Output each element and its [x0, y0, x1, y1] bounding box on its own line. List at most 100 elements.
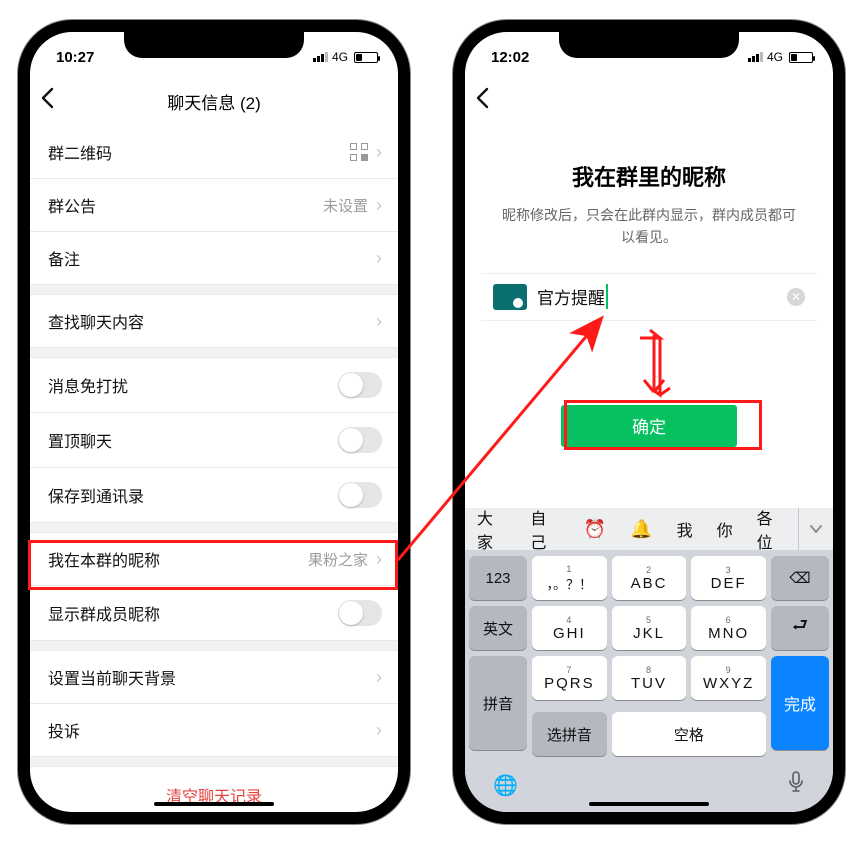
cell-label: 保存到通讯录	[48, 483, 144, 507]
qr-icon	[350, 143, 368, 161]
nickname-edit-page: 我在群里的昵称 昵称修改后，只会在此群内显示，群内成员都可以看见。 官方提醒 ✕…	[465, 160, 833, 447]
chevron-right-icon: ›	[376, 668, 382, 686]
home-indicator[interactable]	[154, 802, 274, 806]
cell-sticky[interactable]: 置顶聊天	[30, 413, 398, 468]
cell-mute[interactable]: 消息免打扰	[30, 358, 398, 413]
key-def[interactable]: 3DEF	[691, 556, 766, 600]
globe-icon[interactable]: 🌐	[493, 773, 518, 798]
status-time: 10:27	[56, 49, 94, 66]
phone-right: 12:02 4G 我在群里的昵称 昵称修改后，只会在此群内显示，群内成员都可以看…	[453, 20, 845, 824]
keypad: 123 1，。？！ 2ABC 3DEF ⌫ 英文	[465, 550, 833, 766]
key-pinyin[interactable]: 拼音	[469, 656, 527, 750]
phone-notch	[559, 32, 739, 58]
cell-label: 群二维码	[48, 140, 112, 164]
chevron-right-icon: ›	[376, 249, 382, 267]
toggle-sticky[interactable]	[338, 427, 382, 453]
cell-group-notice[interactable]: 群公告 未设置 ›	[30, 179, 398, 232]
suggestion-more[interactable]	[798, 508, 833, 550]
cell-remark[interactable]: 备注 ›	[30, 232, 398, 285]
cell-value: 未设置	[323, 195, 368, 216]
toggle-save[interactable]	[338, 482, 382, 508]
back-button[interactable]	[475, 87, 489, 115]
key-backspace[interactable]: ⌫	[771, 556, 829, 600]
status-right: 4G	[313, 50, 378, 64]
nav-bar: 聊天信息 (2)	[30, 76, 398, 126]
status-time: 12:02	[491, 49, 529, 66]
cell-label: 备注	[48, 246, 80, 270]
signal-icon	[748, 52, 763, 62]
cell-label: 投诉	[48, 718, 80, 742]
nav-title: 聊天信息 (2)	[167, 89, 261, 114]
key-english[interactable]: 英文	[469, 606, 527, 650]
signal-icon	[313, 52, 328, 62]
chevron-right-icon: ›	[376, 196, 382, 214]
section-gap	[30, 348, 398, 358]
key-jkl[interactable]: 5JKL	[612, 606, 687, 650]
cell-chat-background[interactable]: 设置当前聊天背景 ›	[30, 651, 398, 704]
cell-label: 群公告	[48, 193, 96, 217]
key-pqrs[interactable]: 7PQRS	[532, 656, 607, 700]
section-gap	[30, 757, 398, 767]
cell-group-qr[interactable]: 群二维码 ›	[30, 126, 398, 179]
nickname-input[interactable]: 官方提醒	[537, 284, 608, 309]
key-wxyz[interactable]: 9WXYZ	[691, 656, 766, 700]
battery-icon	[789, 52, 813, 63]
section-gap	[30, 641, 398, 651]
home-indicator[interactable]	[589, 802, 709, 806]
phone-notch	[124, 32, 304, 58]
key-done[interactable]: 完成	[771, 656, 829, 750]
toggle-show-nick[interactable]	[338, 600, 382, 626]
phone-left: 10:27 4G 聊天信息 (2) 群二维码 › 群公告 未设置 ›	[18, 20, 410, 824]
key-mno[interactable]: 6MNO	[691, 606, 766, 650]
confirm-button[interactable]: 确定	[561, 405, 737, 447]
avatar	[493, 284, 527, 310]
cell-label: 我在本群的昵称	[48, 547, 160, 571]
network-label: 4G	[767, 50, 783, 64]
cell-label: 设置当前聊天背景	[48, 665, 176, 689]
chevron-right-icon: ›	[376, 143, 382, 161]
cell-label: 显示群成员昵称	[48, 601, 160, 625]
back-button[interactable]	[40, 87, 54, 115]
chevron-right-icon: ›	[376, 312, 382, 330]
suggestion-bar: 大家 自己 ⏰ 🔔 我 你 各位	[465, 508, 833, 550]
section-gap	[30, 285, 398, 295]
cell-show-member-nick[interactable]: 显示群成员昵称	[30, 586, 398, 641]
key-select-pinyin[interactable]: 选拼音	[532, 712, 607, 756]
suggestion-item[interactable]: ⏰	[572, 519, 618, 540]
suggestion-item[interactable]: 你	[705, 517, 745, 541]
battery-icon	[354, 52, 378, 63]
cell-my-nickname[interactable]: 我在本群的昵称 果粉之家 ›	[30, 533, 398, 586]
status-right: 4G	[748, 50, 813, 64]
page-title: 我在群里的昵称	[465, 160, 833, 192]
suggestion-item[interactable]: 各位	[745, 505, 798, 553]
cell-label: 置顶聊天	[48, 428, 112, 452]
suggestion-item[interactable]: 大家	[465, 505, 518, 553]
cell-label: 消息免打扰	[48, 373, 128, 397]
suggestion-item[interactable]: 自己	[518, 505, 571, 553]
cell-save-contacts[interactable]: 保存到通讯录	[30, 468, 398, 523]
key-abc[interactable]: 2ABC	[612, 556, 687, 600]
key-123[interactable]: 123	[469, 556, 527, 600]
mic-icon[interactable]	[787, 771, 805, 799]
chevron-right-icon: ›	[376, 721, 382, 739]
cell-search-content[interactable]: 查找聊天内容 ›	[30, 295, 398, 348]
page-description: 昵称修改后，只会在此群内显示，群内成员都可以看见。	[465, 204, 833, 249]
clear-input-button[interactable]: ✕	[787, 288, 805, 306]
suggestion-item[interactable]: 🔔	[618, 519, 664, 540]
chevron-right-icon: ›	[376, 550, 382, 568]
network-label: 4G	[332, 50, 348, 64]
nickname-input-row[interactable]: 官方提醒 ✕	[481, 273, 817, 321]
key-space[interactable]: 空格	[612, 712, 766, 756]
key-tuv[interactable]: 8TUV	[612, 656, 687, 700]
key-punct[interactable]: 1，。？！	[532, 556, 607, 600]
cell-clear-history[interactable]: 清空聊天记录	[30, 767, 398, 823]
nav-bar	[465, 76, 833, 126]
keyboard: 大家 自己 ⏰ 🔔 我 你 各位 123 1，。？！ 2ABC 3DEF	[465, 508, 833, 812]
key-ghi[interactable]: 4GHI	[532, 606, 607, 650]
cell-label: 查找聊天内容	[48, 309, 144, 333]
toggle-mute[interactable]	[338, 372, 382, 398]
suggestion-item[interactable]: 我	[665, 517, 705, 541]
key-return[interactable]: ⮐	[771, 606, 829, 650]
section-gap	[30, 523, 398, 533]
cell-complaint[interactable]: 投诉 ›	[30, 704, 398, 757]
